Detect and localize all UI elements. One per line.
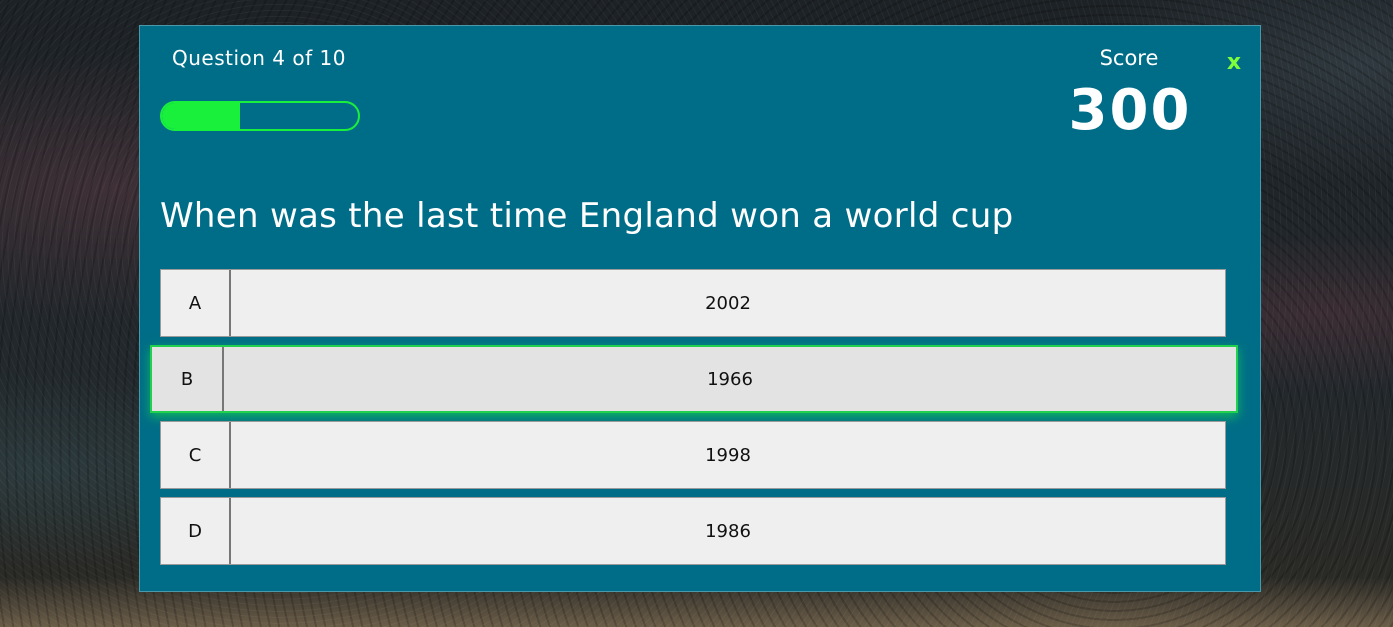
answer-text: 1998 [705,444,751,466]
answer-option-a[interactable]: A 2002 [160,269,1226,337]
answer-option-b[interactable]: B 1966 [150,345,1238,413]
answer-text: 1986 [705,520,751,542]
answer-letter: B [152,347,224,411]
answer-text: 2002 [705,292,751,314]
score-value: 300 [1068,78,1192,143]
answer-option-d[interactable]: D 1986 [160,497,1226,565]
question-text: When was the last time England won a wor… [160,196,1014,236]
progress-bar [160,101,360,131]
quiz-panel: Question 4 of 10 Score 300 x When was th… [139,25,1261,592]
answer-text: 1966 [707,368,753,390]
question-counter: Question 4 of 10 [172,46,346,70]
answer-letter: A [161,270,231,336]
score-label: Score [1099,46,1159,70]
answer-option-c[interactable]: C 1998 [160,421,1226,489]
answer-letter: D [161,498,231,564]
close-button[interactable]: x [1222,50,1246,80]
answer-letter: C [161,422,231,488]
progress-bar-fill [162,103,241,129]
